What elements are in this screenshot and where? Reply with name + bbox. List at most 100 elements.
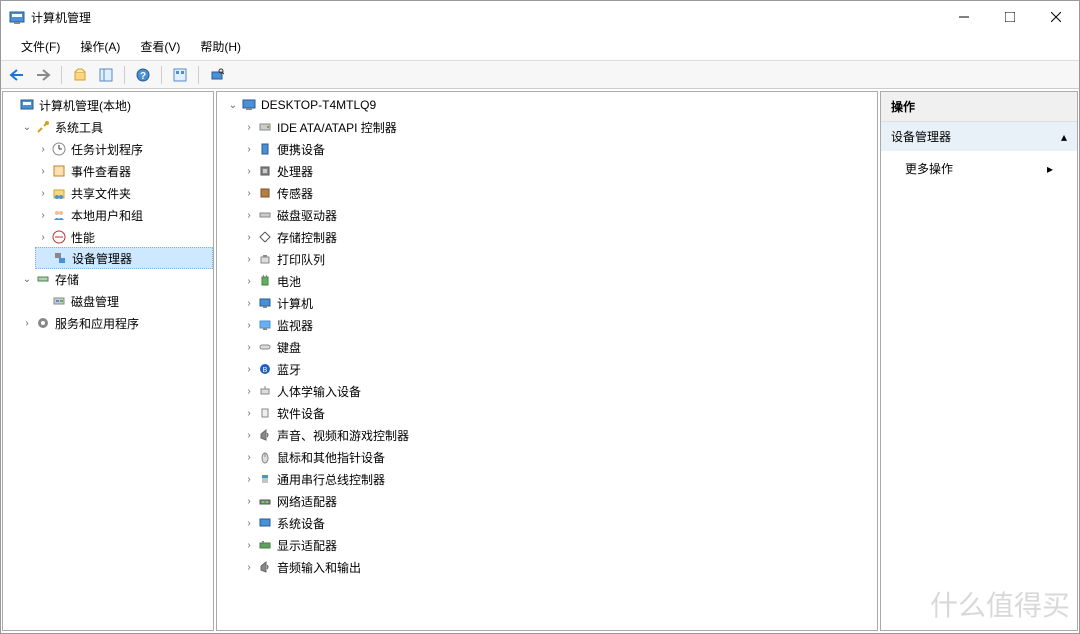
titlebar: 计算机管理 <box>1 1 1079 33</box>
device-label: 音频输入和输出 <box>277 559 361 576</box>
chevron-right-icon[interactable]: › <box>241 207 257 223</box>
svg-text:B: B <box>263 367 268 374</box>
tree-disk-mgmt[interactable]: 磁盘管理 <box>35 290 213 312</box>
chevron-right-icon[interactable]: › <box>241 383 257 399</box>
device-category[interactable]: ›B蓝牙 <box>241 358 877 380</box>
chevron-right-icon[interactable]: › <box>241 229 257 245</box>
device-category[interactable]: ›声音、视频和游戏控制器 <box>241 424 877 446</box>
chevron-right-icon[interactable]: › <box>241 537 257 553</box>
device-icon <box>257 141 273 157</box>
menu-action[interactable]: 操作(A) <box>72 34 128 59</box>
chevron-right-icon[interactable]: › <box>241 427 257 443</box>
device-label: 存储控制器 <box>277 229 337 246</box>
device-label: 键盘 <box>277 339 301 356</box>
chevron-right-icon[interactable]: › <box>241 449 257 465</box>
device-icon <box>257 383 273 399</box>
device-label: 显示适配器 <box>277 537 337 554</box>
tree-services-apps[interactable]: ›服务和应用程序 <box>19 312 213 334</box>
actions-more[interactable]: 更多操作 ▸ <box>881 152 1077 185</box>
device-category[interactable]: ›通用串行总线控制器 <box>241 468 877 490</box>
up-button[interactable] <box>68 64 92 86</box>
device-category[interactable]: ›IDE ATA/ATAPI 控制器 <box>241 116 877 138</box>
device-icon <box>257 449 273 465</box>
tree-event-viewer[interactable]: ›事件查看器 <box>35 160 213 182</box>
back-button[interactable] <box>5 64 29 86</box>
help-button[interactable]: ? <box>131 64 155 86</box>
device-category[interactable]: › 显示适配器 <box>241 534 877 556</box>
chevron-right-icon[interactable]: › <box>241 339 257 355</box>
device-category[interactable]: ›网络适配器 <box>241 490 877 512</box>
device-root[interactable]: ⌄ DESKTOP-T4MTLQ9 <box>225 94 877 116</box>
device-manager-icon <box>52 250 68 266</box>
device-label: 软件设备 <box>277 405 325 422</box>
menu-view[interactable]: 查看(V) <box>132 34 188 59</box>
chevron-right-icon[interactable]: › <box>241 471 257 487</box>
device-category[interactable]: ›打印队列 <box>241 248 877 270</box>
chevron-right-icon[interactable]: › <box>241 515 257 531</box>
device-label: 监视器 <box>277 317 313 334</box>
device-category[interactable]: ›计算机 <box>241 292 877 314</box>
chevron-right-icon[interactable]: › <box>35 207 51 223</box>
tree-performance[interactable]: ›性能 <box>35 226 213 248</box>
view-devices-by-type-button[interactable] <box>168 64 192 86</box>
chevron-right-icon[interactable]: › <box>241 163 257 179</box>
chevron-down-icon[interactable]: ⌄ <box>19 119 35 135</box>
device-category[interactable]: ›处理器 <box>241 160 877 182</box>
chevron-right-icon[interactable]: › <box>241 141 257 157</box>
tree-device-manager[interactable]: 设备管理器 <box>35 247 213 269</box>
menu-help[interactable]: 帮助(H) <box>192 34 249 59</box>
device-label: 传感器 <box>277 185 313 202</box>
menu-file[interactable]: 文件(F) <box>13 34 68 59</box>
maximize-button[interactable] <box>987 1 1033 33</box>
chevron-right-icon[interactable]: › <box>241 251 257 267</box>
device-icon <box>257 493 273 509</box>
chevron-right-icon[interactable]: › <box>19 315 35 331</box>
device-category[interactable]: ›人体学输入设备 <box>241 380 877 402</box>
storage-icon <box>35 271 51 287</box>
device-category[interactable]: ›磁盘驱动器 <box>241 204 877 226</box>
scan-hardware-button[interactable] <box>205 64 229 86</box>
tree-root-computer-mgmt[interactable]: 计算机管理(本地) <box>3 94 213 116</box>
device-category[interactable]: ›便携设备 <box>241 138 877 160</box>
device-icon <box>257 515 273 531</box>
device-category[interactable]: ›系统设备 <box>241 512 877 534</box>
show-hide-tree-button[interactable] <box>94 64 118 86</box>
chevron-right-icon[interactable]: › <box>241 559 257 575</box>
window-title: 计算机管理 <box>31 9 941 26</box>
chevron-right-icon[interactable]: › <box>241 119 257 135</box>
tree-system-tools[interactable]: ⌄ 系统工具 <box>19 116 213 138</box>
chevron-right-icon[interactable]: › <box>241 273 257 289</box>
chevron-right-icon[interactable]: › <box>241 361 257 377</box>
chevron-right-icon[interactable]: › <box>241 317 257 333</box>
forward-button[interactable] <box>31 64 55 86</box>
device-category[interactable]: › 音频输入和输出 <box>241 556 877 578</box>
chevron-right-icon[interactable]: › <box>241 295 257 311</box>
device-category[interactable]: › 键盘 <box>241 336 877 358</box>
chevron-right-icon[interactable]: › <box>35 163 51 179</box>
tree-task-scheduler[interactable]: ›任务计划程序 <box>35 138 213 160</box>
console-tree-panel: 计算机管理(本地) ⌄ 系统工具 ›任务计划程序 ›事件查看器 ›共享文件夹 <box>2 91 214 631</box>
tree-storage[interactable]: ⌄ 存储 <box>19 268 213 290</box>
chevron-down-icon[interactable]: ⌄ <box>225 97 241 113</box>
tree-shared-folders[interactable]: ›共享文件夹 <box>35 182 213 204</box>
tree-local-users[interactable]: ›本地用户和组 <box>35 204 213 226</box>
chevron-down-icon[interactable]: ⌄ <box>19 271 35 287</box>
close-button[interactable] <box>1033 1 1079 33</box>
device-category[interactable]: ›鼠标和其他指针设备 <box>241 446 877 468</box>
device-icon <box>257 295 273 311</box>
chevron-right-icon[interactable]: › <box>35 229 51 245</box>
device-category[interactable]: › 存储控制器 <box>241 226 877 248</box>
chevron-right-icon[interactable]: › <box>241 185 257 201</box>
device-category[interactable]: › 监视器 <box>241 314 877 336</box>
device-category[interactable]: › 软件设备 <box>241 402 877 424</box>
chevron-right-icon[interactable]: › <box>35 141 51 157</box>
minimize-button[interactable] <box>941 1 987 33</box>
device-category[interactable]: ›电池 <box>241 270 877 292</box>
chevron-right-icon[interactable]: › <box>241 493 257 509</box>
device-icon <box>257 405 273 421</box>
chevron-right-icon[interactable]: › <box>35 185 51 201</box>
device-category[interactable]: › 传感器 <box>241 182 877 204</box>
chevron-right-icon[interactable]: › <box>241 405 257 421</box>
device-icon <box>257 207 273 223</box>
actions-section-device-manager[interactable]: 设备管理器 ▴ <box>881 122 1077 152</box>
